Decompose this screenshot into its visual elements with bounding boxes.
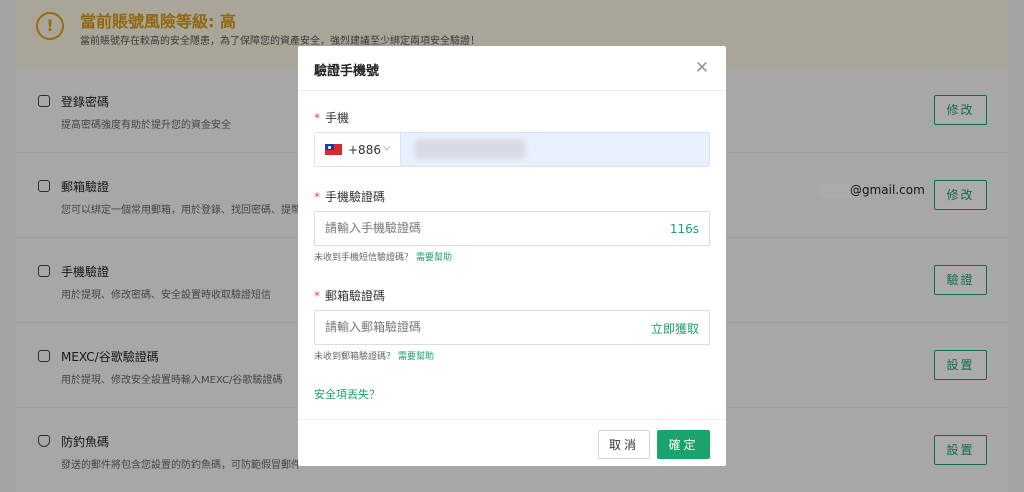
email-code-label: * 郵箱驗證碼 (314, 287, 385, 304)
country-code: +886 (348, 143, 381, 157)
email-help-link[interactable]: 需要幫助 (398, 352, 434, 362)
flag-sun (328, 145, 331, 149)
get-email-code-button[interactable]: 立即獲取 (651, 320, 699, 337)
required-mark: * (314, 111, 320, 125)
email-help-text: 未收到郵箱驗證碼？ (314, 352, 396, 362)
sms-code-input[interactable] (325, 221, 585, 235)
country-code-select[interactable]: +886 ⌵ (315, 133, 401, 166)
cancel-button[interactable]: 取消 (598, 430, 650, 459)
verify-phone-modal: 驗證手機號 ✕ * 手機 +886 ⌵ * 手機驗證碼 116s 未收到手機短信驗證… (298, 46, 726, 466)
modal-footer: 取消 確定 (298, 419, 726, 466)
phone-field: +886 ⌵ (314, 132, 710, 167)
sms-help-text: 未收到手機短信驗證碼？ (314, 253, 414, 263)
modal-title: 驗證手機號 (314, 64, 380, 79)
email-code-field: 立即獲取 (314, 310, 710, 345)
security-item-lost-link[interactable]: 安全項丟失？ (314, 386, 380, 402)
sms-code-field: 116s (314, 211, 710, 246)
sms-countdown: 116s (669, 222, 699, 236)
sms-help-line: 未收到手機短信驗證碼？ 需要幫助 (314, 250, 452, 263)
required-mark: * (314, 289, 320, 303)
close-icon[interactable]: ✕ (692, 58, 712, 78)
phone-number-input-redacted[interactable] (415, 139, 525, 159)
modal-header: 驗證手機號 ✕ (298, 46, 726, 91)
confirm-button[interactable]: 確定 (657, 430, 710, 459)
sms-code-label: * 手機驗證碼 (314, 188, 385, 205)
email-code-label-text: 郵箱驗證碼 (325, 289, 386, 303)
taiwan-flag-icon (325, 144, 342, 155)
sms-help-link[interactable]: 需要幫助 (416, 253, 452, 263)
email-code-input[interactable] (325, 320, 585, 334)
phone-label: * 手機 (314, 109, 349, 126)
required-mark: * (314, 190, 320, 204)
sms-code-label-text: 手機驗證碼 (325, 190, 386, 204)
chevron-down-icon: ⌵ (383, 142, 391, 153)
phone-label-text: 手機 (325, 111, 350, 125)
email-help-line: 未收到郵箱驗證碼？ 需要幫助 (314, 349, 434, 362)
